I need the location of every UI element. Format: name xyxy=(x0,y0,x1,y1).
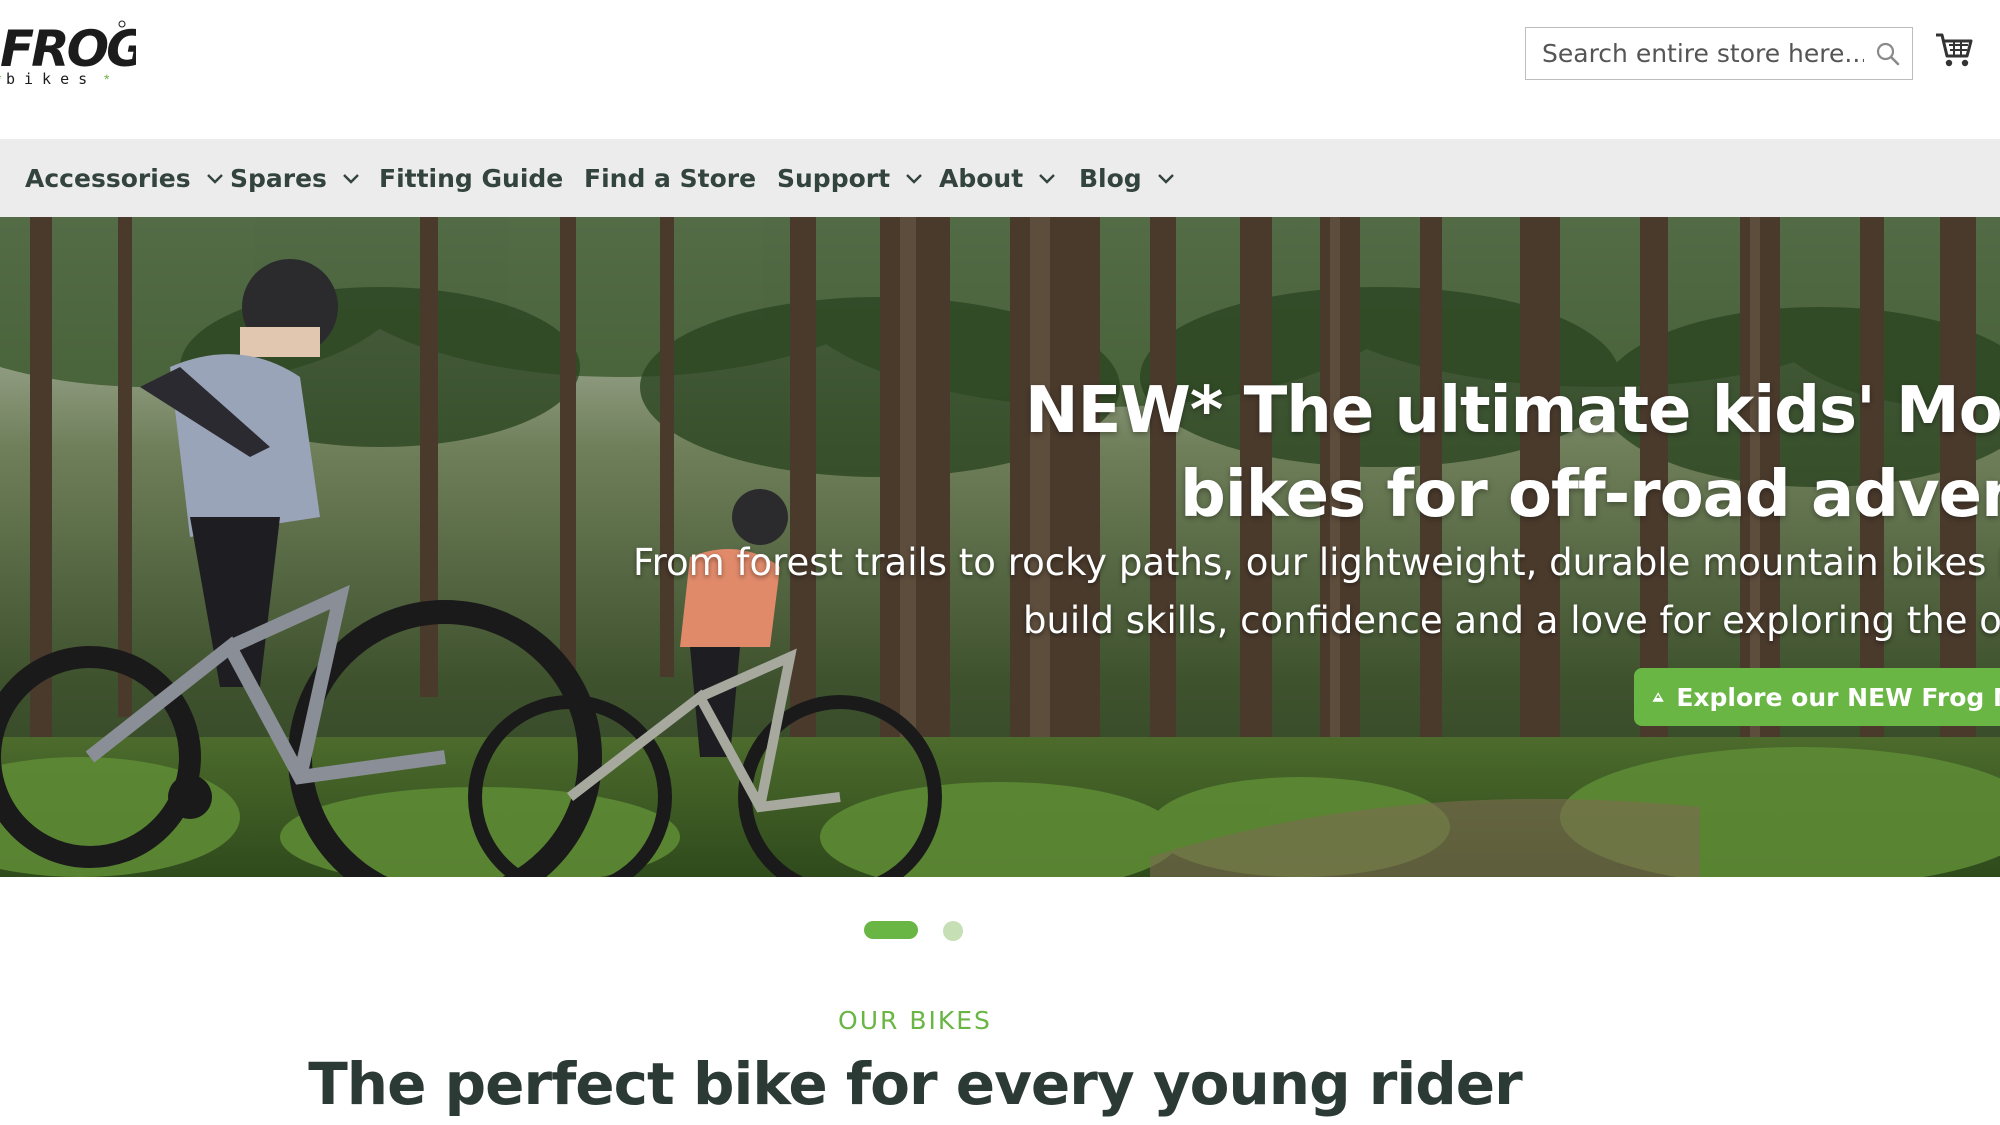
nav-item-label: Spares xyxy=(230,163,327,193)
carousel-dot-1-active[interactable] xyxy=(864,921,918,939)
nav-item-about[interactable]: About xyxy=(939,139,1057,217)
search-icon[interactable] xyxy=(1864,28,1912,79)
explore-frog-mtb-button[interactable]: Explore our NEW Frog MTB xyxy=(1634,668,2000,726)
section-title: The perfect bike for every young rider xyxy=(308,1050,1523,1118)
chevron-down-icon xyxy=(906,174,922,184)
nav-item-label: About xyxy=(939,163,1024,193)
logo-subtext: bikes xyxy=(6,70,96,88)
nav-item-accessories[interactable]: Accessories xyxy=(25,139,225,217)
site-header: FROG bikes * * xyxy=(0,0,2000,139)
nav-item-label: Accessories xyxy=(25,163,191,193)
chevron-down-icon xyxy=(343,174,359,184)
carousel-dot-2[interactable] xyxy=(943,921,963,941)
nav-item-support[interactable]: Support xyxy=(777,139,924,217)
cta-label: Explore our NEW Frog MTB xyxy=(1676,682,2000,712)
main-navigation: Accessories Spares Fitting Guide Find a … xyxy=(0,139,2000,217)
hero-banner: NEW* The ultimate kids' Mountain bikes f… xyxy=(0,217,2000,877)
chevron-down-icon xyxy=(206,174,223,184)
cart-icon[interactable] xyxy=(1934,30,1974,70)
hero-title-line2: bikes for off-road adventures xyxy=(1180,458,2000,532)
svg-text:*: * xyxy=(104,71,110,87)
mountain-icon xyxy=(1652,692,1664,702)
frog-bikes-logo[interactable]: FROG bikes * * xyxy=(0,18,136,90)
hero-subtitle-line2: build skills, confidence and a love for … xyxy=(1023,599,2000,642)
nav-item-label: Find a Store xyxy=(584,163,757,193)
chevron-down-icon xyxy=(1157,174,1174,184)
hero-title-line1: NEW* The ultimate kids' Mountain xyxy=(1025,374,2000,448)
search-input[interactable] xyxy=(1526,28,1864,79)
nav-item-label: Fitting Guide xyxy=(379,163,564,193)
nav-item-label: Blog xyxy=(1079,163,1142,193)
search-bar xyxy=(1525,27,1913,80)
nav-item-find-a-store[interactable]: Find a Store xyxy=(584,139,756,217)
hero-subtitle-line1: From forest trails to rocky paths, our l… xyxy=(633,541,2000,584)
section-eyebrow: OUR BIKES xyxy=(838,1006,992,1035)
nav-item-spares[interactable]: Spares xyxy=(230,139,361,217)
nav-item-label: Support xyxy=(777,163,891,193)
nav-item-fitting-guide[interactable]: Fitting Guide xyxy=(379,139,563,217)
chevron-down-icon xyxy=(1039,174,1056,184)
nav-item-blog[interactable]: Blog xyxy=(1079,139,1176,217)
